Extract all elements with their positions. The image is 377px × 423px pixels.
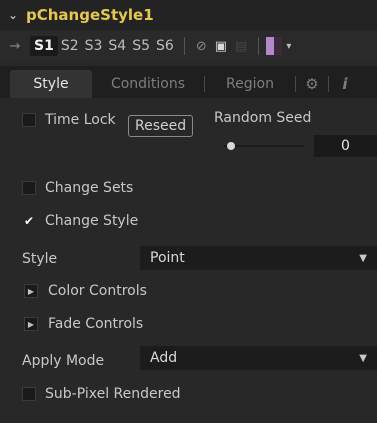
tool-title: pChangeStyle1 xyxy=(26,6,154,24)
change-sets-label: Change Sets xyxy=(45,180,134,196)
apply-mode-dropdown-value: Add xyxy=(150,350,178,366)
view-icon[interactable]: ▤ xyxy=(235,39,247,54)
chevron-down-icon: ▼ xyxy=(359,252,367,264)
reseed-button[interactable]: Reseed xyxy=(128,115,194,137)
gear-icon[interactable]: ⚙ xyxy=(296,70,328,98)
toolbar-divider xyxy=(183,37,185,55)
time-lock-row[interactable]: Time Lock xyxy=(22,112,116,128)
expand-arrow-icon[interactable]: ▶ xyxy=(24,284,38,298)
color-swatch[interactable] xyxy=(266,37,275,55)
change-sets-checkbox[interactable] xyxy=(22,181,36,195)
change-style-checkbox[interactable]: ✔ xyxy=(22,214,36,228)
style-tab-content: Time Lock Reseed Random Seed 0 Change Se… xyxy=(0,98,377,423)
version-slot-s1[interactable]: S1 xyxy=(30,36,58,56)
panel-header[interactable]: ⌄ pChangeStyle1 xyxy=(0,0,377,30)
expand-arrow-icon[interactable]: ▶ xyxy=(24,317,38,331)
chevron-down-icon: ▼ xyxy=(359,352,367,364)
version-slot-s2[interactable]: S2 xyxy=(58,38,82,54)
chevron-down-icon[interactable]: ⌄ xyxy=(0,8,26,22)
change-sets-row[interactable]: Change Sets xyxy=(22,180,133,196)
sub-pixel-row[interactable]: Sub-Pixel Rendered xyxy=(22,386,181,402)
version-toolbar: → S1 S2 S3 S4 S5 S6 ⊘ ▣ ▤ ▾ xyxy=(0,32,377,60)
version-slot-s5[interactable]: S5 xyxy=(129,38,153,54)
apply-mode-label: Apply Mode xyxy=(22,353,105,369)
toolbar-divider-2 xyxy=(258,37,260,55)
time-lock-checkbox[interactable] xyxy=(22,113,36,127)
version-slot-s6[interactable]: S6 xyxy=(153,38,177,54)
apply-mode-dropdown[interactable]: Add ▼ xyxy=(140,346,377,370)
version-slot-s4[interactable]: S4 xyxy=(105,38,129,54)
time-lock-label: Time Lock xyxy=(45,112,116,128)
random-seed-label: Random Seed xyxy=(214,110,312,126)
style-label: Style xyxy=(22,251,58,267)
info-icon[interactable]: i xyxy=(329,70,361,98)
sub-pixel-checkbox[interactable] xyxy=(22,387,36,401)
disable-icon[interactable]: ⊘ xyxy=(196,39,207,54)
tab-conditions[interactable]: Conditions xyxy=(92,70,204,98)
version-slot-s3[interactable]: S3 xyxy=(82,38,106,54)
color-swatch-dark xyxy=(274,37,283,55)
fade-controls-row[interactable]: ▶ Fade Controls xyxy=(24,316,143,332)
sub-pixel-label: Sub-Pixel Rendered xyxy=(45,386,181,402)
style-dropdown-value: Point xyxy=(150,250,185,266)
change-style-row[interactable]: ✔ Change Style xyxy=(22,213,138,229)
random-seed-slider-track[interactable] xyxy=(224,145,304,147)
change-style-label: Change Style xyxy=(45,213,139,229)
tab-bar: Style Conditions Region ⚙ i xyxy=(0,66,377,98)
tab-region[interactable]: Region xyxy=(205,70,295,98)
random-seed-slider-thumb[interactable] xyxy=(227,142,235,150)
random-seed-input[interactable]: 0 xyxy=(314,135,377,157)
style-dropdown[interactable]: Point ▼ xyxy=(140,246,377,270)
color-controls-row[interactable]: ▶ Color Controls xyxy=(24,283,147,299)
lock-icon[interactable]: ▣ xyxy=(215,39,227,54)
color-controls-label: Color Controls xyxy=(48,283,147,299)
fade-controls-label: Fade Controls xyxy=(48,316,144,332)
tool-panel: ⌄ pChangeStyle1 → S1 S2 S3 S4 S5 S6 ⊘ ▣ … xyxy=(0,0,377,423)
pin-icon[interactable]: → xyxy=(0,39,30,54)
tab-style[interactable]: Style xyxy=(10,70,92,98)
chevron-down-icon[interactable]: ▾ xyxy=(286,41,291,52)
